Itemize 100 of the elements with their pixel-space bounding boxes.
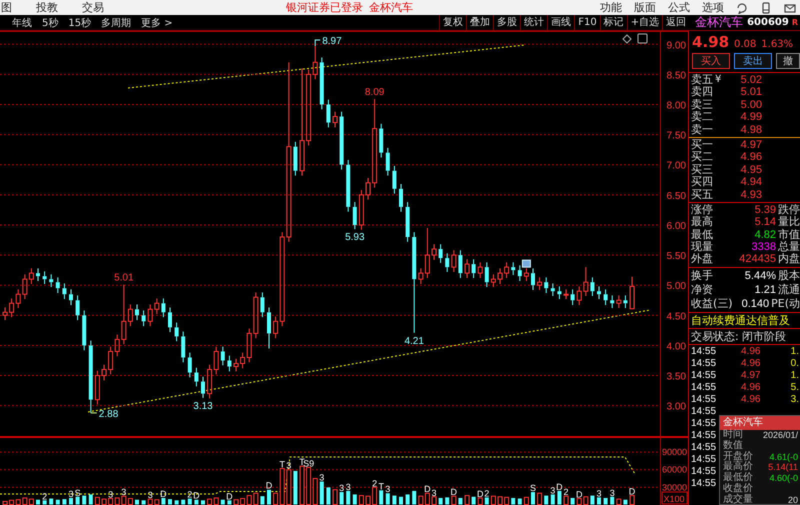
stat-label: 外盘 bbox=[691, 253, 714, 266]
signal-mark: D bbox=[450, 487, 458, 498]
signal-mark: D bbox=[476, 488, 484, 499]
stock-name: 金杯汽车 bbox=[695, 14, 744, 31]
price-axis-label: 9.00 bbox=[666, 40, 686, 52]
tooltip-label: 数值 bbox=[723, 440, 743, 451]
period-tab[interactable]: 5秒 bbox=[42, 16, 58, 30]
signal-mark: 2 bbox=[564, 487, 568, 498]
signal-mark: D bbox=[226, 491, 233, 502]
price-label: 3.13 bbox=[193, 400, 213, 412]
tooltip-value: 20 bbox=[788, 494, 798, 505]
trade-volume: 1. bbox=[790, 346, 799, 358]
signal-mark: 3 bbox=[550, 485, 556, 496]
stat-label: 最高 bbox=[691, 216, 714, 229]
stat-value: 424435 bbox=[739, 253, 776, 266]
trade-volume: 3. bbox=[790, 394, 799, 406]
signal-mark: D bbox=[160, 488, 167, 499]
stock-name: 金杯汽车 bbox=[369, 0, 413, 15]
stat-value: 0.140 bbox=[742, 298, 770, 310]
tooltip-title: 金杯汽车 bbox=[720, 416, 800, 430]
price-axis-label: 6.50 bbox=[666, 190, 686, 202]
stat-value: 5.44% bbox=[744, 270, 776, 282]
signal-mark: 3 bbox=[346, 482, 351, 492]
trade-time: 14:55 bbox=[691, 358, 717, 370]
stat-label: 跌停 bbox=[778, 204, 800, 216]
menu-item[interactable]: 选项 bbox=[702, 0, 724, 15]
order-price: 5.00 bbox=[740, 98, 762, 112]
tooltip-label: 最高价 bbox=[723, 462, 753, 472]
sell-button[interactable]: 卖出 bbox=[734, 53, 772, 69]
period-tab[interactable]: 年线 bbox=[12, 16, 32, 30]
signal-mark: T bbox=[279, 460, 285, 470]
change-percent: 1.63% bbox=[761, 39, 794, 50]
order-level-label: 卖五 bbox=[691, 74, 714, 86]
stat-value: 3338 bbox=[752, 241, 776, 254]
price-label: 2.88 bbox=[98, 408, 118, 420]
order-price: 4.95 bbox=[740, 164, 762, 176]
signal-mark: 3 bbox=[319, 472, 324, 482]
stat-label: 换手 bbox=[691, 268, 713, 284]
order-level-label: 卖三 bbox=[691, 98, 714, 111]
period-tab[interactable]: 多周期 bbox=[101, 16, 132, 30]
trade-time: 14:55 bbox=[691, 406, 717, 418]
price-axis-label: 5.00 bbox=[666, 281, 686, 292]
menu-item[interactable]: 版面 bbox=[634, 0, 656, 15]
news-ticker[interactable]: 自动续费通达信普及 bbox=[689, 312, 800, 329]
tooltip-label: 成交量 bbox=[723, 494, 753, 505]
menu-item[interactable]: 公式 bbox=[668, 0, 690, 15]
trade-price: 4.96 bbox=[741, 382, 760, 394]
stock-flag-label: R bbox=[792, 18, 798, 27]
stat-label: 流通 bbox=[778, 282, 800, 298]
period-tab[interactable]: 更多 > bbox=[141, 16, 173, 30]
trade-price: 4.96 bbox=[741, 346, 760, 358]
last-price: 4.98 bbox=[692, 33, 730, 51]
price-axis-label: 6.00 bbox=[666, 220, 686, 232]
signal-mark: D bbox=[576, 490, 582, 500]
price-label: 8.09 bbox=[364, 87, 384, 98]
menu-item[interactable]: 图 bbox=[1, 0, 12, 15]
trade-time: 14:55 bbox=[691, 454, 717, 466]
price-label: 8.97 bbox=[322, 36, 342, 48]
stock-code: 600609 bbox=[747, 17, 789, 28]
price-axis-label: 4.00 bbox=[666, 341, 686, 352]
trade-volume: 1. bbox=[790, 370, 799, 382]
signal-mark: 2 bbox=[187, 490, 192, 500]
order-level-label: 买一 bbox=[691, 138, 714, 151]
trade-price: 4.96 bbox=[741, 358, 760, 370]
period-tab[interactable]: 15秒 bbox=[68, 16, 92, 30]
signal-mark: 3 bbox=[339, 483, 344, 494]
stat-label: 总量 bbox=[778, 241, 800, 254]
menu-item[interactable]: 投教 bbox=[36, 0, 58, 15]
signal-mark: 2 bbox=[484, 488, 490, 498]
stat-label: 现量 bbox=[691, 241, 714, 254]
order-price: 4.99 bbox=[740, 111, 762, 124]
price-label: 5.01 bbox=[114, 272, 134, 284]
trade-price: 4.97 bbox=[741, 370, 760, 382]
price-axis-label: 3.50 bbox=[666, 372, 686, 383]
order-price: 4.93 bbox=[740, 188, 762, 201]
menu-item[interactable]: 功能 bbox=[600, 0, 622, 15]
price-axis-label: 3.00 bbox=[666, 402, 686, 413]
tooltip-label: 收盘价 bbox=[723, 484, 753, 494]
trade-time: 14:55 bbox=[691, 382, 717, 394]
stat-label: 涨停 bbox=[691, 204, 714, 216]
tooltip-label: 时间 bbox=[723, 430, 743, 440]
signal-mark: D bbox=[628, 486, 636, 497]
signal-mark: 3 bbox=[286, 460, 292, 471]
price-label: 5.93 bbox=[345, 232, 365, 244]
menu-item[interactable]: 交易 bbox=[82, 0, 104, 15]
stat-label: 股本 bbox=[778, 268, 800, 284]
volume-axis-label: 60000 bbox=[662, 464, 687, 475]
tooltip-value: 4.60(-0 bbox=[769, 473, 798, 484]
stat-value: 5.14 bbox=[754, 216, 776, 229]
signal-mark: 2 bbox=[42, 491, 48, 502]
price-axis-label: 8.00 bbox=[666, 100, 686, 112]
signal-mark: D bbox=[556, 482, 563, 492]
signal-mark: 3 bbox=[596, 488, 602, 498]
cancel-button[interactable]: 撤 bbox=[776, 53, 800, 69]
buy-button[interactable]: 买入 bbox=[692, 53, 730, 69]
volume-axis-label: 30000 bbox=[662, 482, 687, 492]
stat-value: 4.82 bbox=[754, 228, 776, 242]
order-level-label: 买五 bbox=[691, 188, 714, 201]
trade-time: 14:55 bbox=[691, 430, 717, 442]
signal-mark: 3 bbox=[121, 487, 126, 498]
